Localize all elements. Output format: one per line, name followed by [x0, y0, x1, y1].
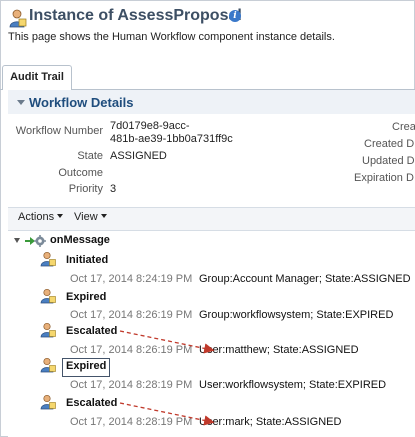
tree-toolbar [8, 207, 415, 231]
tree-expand-icon[interactable] [14, 238, 20, 243]
event-label[interactable]: Initiated [66, 254, 108, 266]
event-label[interactable]: Escalated [66, 397, 117, 409]
outcome-label: Outcome [58, 167, 103, 179]
event-timestamp: Oct 17, 2014 8:26:19 PM [70, 344, 193, 356]
page-title: Instance of AssessProposal [29, 7, 242, 24]
event-detail: User:matthew; State:ASSIGNED [199, 344, 359, 356]
event-label[interactable]: Expired [66, 291, 106, 303]
event-timestamp: Oct 17, 2014 8:28:19 PM [70, 379, 193, 391]
user-task-icon [40, 288, 56, 304]
event-timestamp: Oct 17, 2014 8:24:19 PM [70, 273, 193, 285]
tree-root-label[interactable]: onMessage [50, 234, 110, 246]
view-menu-button[interactable]: View [74, 211, 107, 223]
chevron-down-icon [100, 214, 107, 218]
message-gear-icon [25, 235, 46, 247]
workflow-number-label: Workflow Number [15, 125, 103, 137]
workflow-number-value-line1: 7d0179e8-9acc- [110, 120, 190, 132]
actions-menu-button[interactable]: Actions [18, 211, 64, 223]
event-label-selected[interactable]: Expired [66, 360, 106, 372]
page-subtitle: This page shows the Human Workflow compo… [8, 31, 335, 43]
info-icon[interactable]: i [229, 10, 241, 22]
expiration-date-label: Expiration D [354, 172, 414, 184]
chevron-down-icon [57, 214, 64, 218]
state-value: ASSIGNED [110, 150, 167, 162]
event-detail: Group:Account Manager; State:ASSIGNED [199, 273, 411, 285]
priority-value: 3 [110, 183, 117, 195]
priority-label: Priority [68, 183, 103, 195]
user-task-icon [40, 322, 56, 338]
user-task-icon [40, 357, 56, 373]
created-label: Crea [392, 121, 415, 133]
state-label: State [77, 150, 103, 162]
tab-audit-trail[interactable]: Audit Trail [2, 65, 72, 90]
event-label[interactable]: Escalated [66, 325, 117, 337]
workflow-number-value-line2: 481b-ae39-1bb0a731ff9c [110, 133, 233, 145]
collapse-triangle-icon[interactable] [17, 100, 25, 105]
event-timestamp: Oct 17, 2014 8:26:19 PM [70, 309, 193, 321]
event-timestamp: Oct 17, 2014 8:28:19 PM [70, 416, 193, 428]
event-detail: User:mark; State:ASSIGNED [199, 416, 342, 428]
user-task-icon [40, 251, 56, 267]
event-detail: User:workflowsystem; State:EXPIRED [199, 379, 387, 391]
event-detail: Group:workflowsystem; State:EXPIRED [199, 309, 394, 321]
user-task-icon [40, 394, 56, 410]
created-date-label: Created D [364, 138, 415, 150]
workflow-person-icon [9, 9, 27, 28]
updated-date-label: Updated D [362, 155, 415, 167]
section-title: Workflow Details [29, 95, 134, 110]
